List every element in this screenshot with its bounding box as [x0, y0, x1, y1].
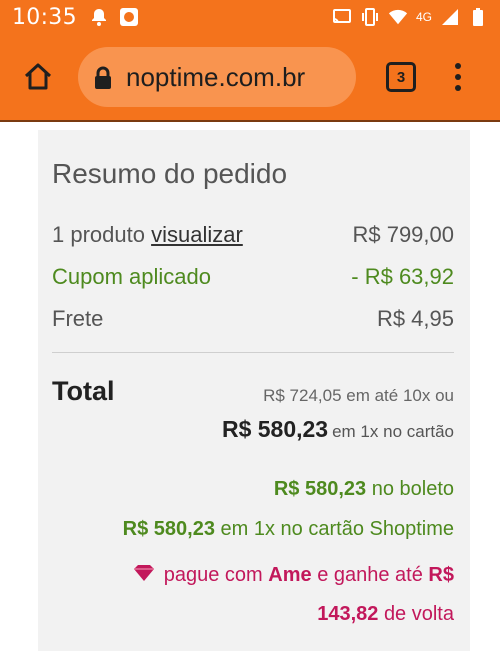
shipping-label: Frete: [52, 306, 104, 331]
ame-heart-icon: [132, 557, 156, 595]
overflow-menu-button[interactable]: [446, 57, 470, 97]
summary-title: Resumo do pedido: [52, 158, 288, 189]
shoptime-price: R$ 580,23: [122, 518, 215, 540]
tab-switcher-button[interactable]: 3: [386, 62, 416, 92]
ame-cashback-line: pague com Ame e ganhe até R$ 143,82 de v…: [94, 556, 454, 633]
menu-dot-icon: [455, 74, 461, 80]
notification-bell-icon: [89, 7, 109, 27]
vibrate-icon: [360, 7, 380, 27]
card-price: R$ 580,23: [221, 416, 329, 442]
menu-dot-icon: [455, 63, 461, 69]
app-notification-icon: [119, 7, 139, 27]
shoptime-suffix: em 1x no cartão Shoptime: [220, 518, 454, 540]
ame-suffix: de volta: [383, 602, 454, 625]
wifi-icon: [388, 7, 408, 27]
shoptime-card-line: R$ 580,23 em 1x no cartão Shoptime: [123, 518, 454, 541]
lock-icon: [92, 66, 114, 89]
order-summary-card: Resumo do pedido 1 produto visualizar R$…: [38, 130, 470, 651]
boleto-suffix: no boleto: [371, 478, 454, 500]
coupon-value: - R$ 63,92: [351, 264, 454, 289]
browser-toolbar: noptime.com.br 3: [0, 34, 500, 122]
boleto-line: R$ 580,23 no boleto: [274, 478, 454, 501]
url-text: noptime.com.br: [126, 61, 306, 92]
ame-brand: Ame: [268, 564, 312, 586]
product-count: 1 produto: [52, 222, 145, 247]
card-suffix: em 1x no cartão: [332, 422, 454, 441]
ame-middle: e ganhe até: [317, 564, 423, 586]
product-count-line: 1 produto visualizar: [52, 222, 243, 248]
status-bar: 10:35 4G: [0, 0, 500, 34]
coupon-label: Cupom aplicado: [52, 264, 211, 289]
signal-icon: [440, 7, 460, 27]
coupon-row: Cupom aplicado - R$ 63,92: [52, 264, 454, 290]
battery-icon: [468, 7, 488, 27]
card-payment-line: R$ 580,23 em 1x no cartão: [222, 416, 454, 443]
boleto-price: R$ 580,23: [273, 478, 367, 500]
product-price: R$ 799,00: [352, 222, 454, 247]
home-icon: [24, 63, 52, 90]
url-bar[interactable]: noptime.com.br: [78, 47, 356, 107]
ame-prefix: pague com: [163, 564, 263, 586]
shipping-row: Frete R$ 4,95: [52, 306, 454, 332]
network-type-label: 4G: [415, 10, 432, 24]
menu-dot-icon: [455, 85, 461, 91]
view-products-link[interactable]: visualizar: [151, 222, 243, 247]
installments-text: R$ 724,05 em até 10x ou: [263, 386, 454, 405]
product-row: 1 produto visualizar R$ 799,00: [52, 222, 454, 248]
divider: [52, 352, 454, 353]
clock: 10:35: [12, 4, 77, 30]
shipping-value: R$ 4,95: [376, 306, 454, 331]
home-button[interactable]: [12, 51, 64, 103]
total-label: Total: [52, 376, 115, 406]
cast-icon: [332, 7, 352, 27]
